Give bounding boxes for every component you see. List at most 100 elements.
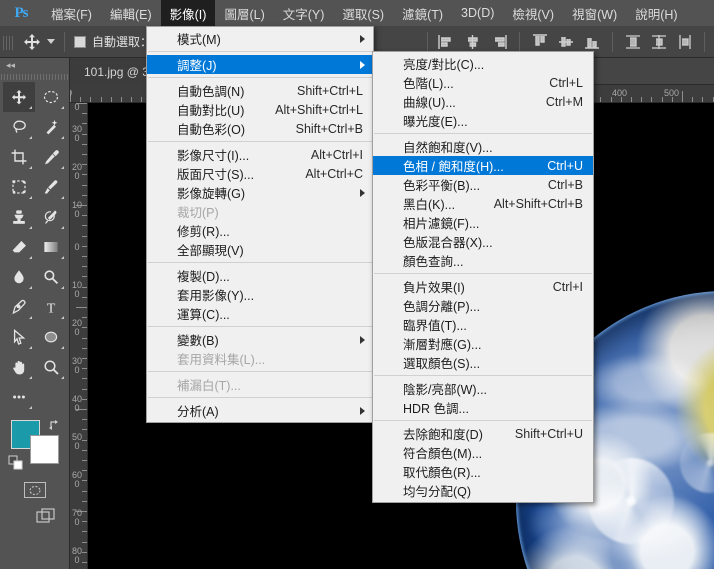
type-tool-icon[interactable]: T xyxy=(35,292,67,322)
hand-tool-icon[interactable] xyxy=(3,352,35,382)
eyedropper-tool-icon[interactable] xyxy=(35,142,67,172)
menu-item-1[interactable]: 色階(L)... Ctrl+L xyxy=(373,73,593,92)
patch-tool-icon[interactable] xyxy=(3,172,35,202)
brush-tool-icon[interactable] xyxy=(35,172,67,202)
adjustments-submenu[interactable]: 亮度/對比(C)... 色階(L)... Ctrl+L 曲線(U)... Ctrl+M 曝… xyxy=(372,51,594,503)
move-tool-icon[interactable] xyxy=(3,82,35,112)
menubar-item-9[interactable]: 視窗(W) xyxy=(563,0,626,26)
ruler-label: 300 xyxy=(72,124,83,143)
menubar-item-4[interactable]: 文字(Y) xyxy=(274,0,334,26)
menu-item-19[interactable]: 陰影/亮部(W)... xyxy=(373,379,593,398)
align-right-edges-icon[interactable] xyxy=(489,32,509,52)
menu-item-15[interactable]: 複製(D)... xyxy=(147,266,373,285)
menu-item-shortcut: Alt+Shift+Ctrl+L xyxy=(275,102,363,117)
menubar-item-6[interactable]: 濾鏡(T) xyxy=(393,0,452,26)
menubar-item-5[interactable]: 選取(S) xyxy=(333,0,393,26)
menu-item-shortcut: Alt+Ctrl+C xyxy=(305,166,363,181)
menu-item-3[interactable]: 曝光度(E)... xyxy=(373,111,593,130)
menu-item-10[interactable]: 影像旋轉(G) xyxy=(147,183,373,202)
menu-item-24[interactable]: 分析(A) xyxy=(147,401,373,420)
menu-item-13[interactable]: 負片效果(I) Ctrl+I xyxy=(373,277,593,296)
ruler-tick xyxy=(82,225,87,227)
menu-item-10[interactable]: 色版混合器(X)... xyxy=(373,232,593,251)
dodge-tool-icon[interactable] xyxy=(35,262,67,292)
menu-item-6[interactable]: 自動色彩(O) Shift+Ctrl+B xyxy=(147,119,373,138)
menu-item-13[interactable]: 全部顯現(V) xyxy=(147,240,373,259)
edit-toolbar-ellipsis-icon[interactable] xyxy=(3,382,35,412)
menu-item-label: 調整(J) xyxy=(177,59,217,73)
menu-item-14[interactable]: 色調分離(P)... xyxy=(373,296,593,315)
menu-item-16[interactable]: 漸層對應(G)... xyxy=(373,334,593,353)
menubar-item-8[interactable]: 檢視(V) xyxy=(503,0,563,26)
menu-item-4[interactable]: 自動色調(N) Shift+Ctrl+L xyxy=(147,81,373,100)
menu-item-25[interactable]: 均勻分配(Q) xyxy=(373,481,593,500)
menu-item-7[interactable]: 色彩平衡(B)... Ctrl+B xyxy=(373,175,593,194)
active-tool-preview[interactable] xyxy=(23,33,55,51)
menu-item-15[interactable]: 臨界值(T)... xyxy=(373,315,593,334)
menu-item-0[interactable]: 亮度/對比(C)... xyxy=(373,54,593,73)
distribute-right-edges-icon[interactable] xyxy=(675,32,695,52)
menu-item-23[interactable]: 符合顏色(M)... xyxy=(373,443,593,462)
menu-item-8[interactable]: 黑白(K)... Alt+Shift+Ctrl+B xyxy=(373,194,593,213)
menu-item-12[interactable]: 修剪(R)... xyxy=(147,221,373,240)
tools-panel-grip[interactable] xyxy=(0,72,69,82)
quick-mask-mode-icon[interactable] xyxy=(24,482,46,498)
menu-item-24[interactable]: 取代顏色(R)... xyxy=(373,462,593,481)
align-horizontal-centers-icon[interactable] xyxy=(463,32,483,52)
menubar-item-3[interactable]: 圖層(L) xyxy=(215,0,273,26)
crop-tool-icon[interactable] xyxy=(3,142,35,172)
menubar-item-0[interactable]: 檔案(F) xyxy=(42,0,101,26)
magic-wand-tool-icon[interactable] xyxy=(35,112,67,142)
menu-item-8[interactable]: 影像尺寸(I)... Alt+Ctrl+I xyxy=(147,145,373,164)
collapse-panel-icon[interactable]: ◂◂ xyxy=(0,58,69,72)
menu-item-5[interactable]: 自動對比(U) Alt+Shift+Ctrl+L xyxy=(147,100,373,119)
menubar-item-1[interactable]: 編輯(E) xyxy=(101,0,161,26)
menubar-item-7[interactable]: 3D(D) xyxy=(452,0,503,26)
zoom-tool-icon[interactable] xyxy=(35,352,67,382)
menu-item-17[interactable]: 運算(C)... xyxy=(147,304,373,323)
lasso-tool-icon[interactable] xyxy=(3,112,35,142)
vertical-ruler[interactable]: 0 300 200 100 0 100 200 300 400 500 600 700 800 xyxy=(70,103,88,569)
gradient-tool-icon[interactable] xyxy=(35,232,67,262)
align-bottom-edges-icon[interactable] xyxy=(582,32,602,52)
image-menu-dropdown[interactable]: 模式(M) 調整(J) 自動色調(N) Shift+Ctrl+L 自動對比(U) Alt+… xyxy=(146,26,374,423)
menu-item-17[interactable]: 選取顏色(S)... xyxy=(373,353,593,372)
menu-item-22[interactable]: 去除飽和度(D) Shift+Ctrl+U xyxy=(373,424,593,443)
clone-stamp-tool-icon[interactable] xyxy=(3,202,35,232)
screen-mode-icon[interactable] xyxy=(36,508,56,531)
menu-item-20[interactable]: HDR 色調... xyxy=(373,398,593,417)
blur-tool-icon[interactable] xyxy=(3,262,35,292)
menu-item-9[interactable]: 相片濾鏡(F)... xyxy=(373,213,593,232)
distribute-left-edges-icon[interactable] xyxy=(623,32,643,52)
align-vertical-centers-icon[interactable] xyxy=(556,32,576,52)
auto-select-checkbox[interactable] xyxy=(74,35,86,48)
menu-item-0[interactable]: 模式(M) xyxy=(147,29,373,48)
menu-item-2[interactable]: 調整(J) xyxy=(147,55,373,74)
ellipse-shape-tool-icon[interactable] xyxy=(35,322,67,352)
distribute-horizontal-centers-icon[interactable] xyxy=(649,32,669,52)
menu-item-19[interactable]: 變數(B) xyxy=(147,330,373,349)
tool-more-corner-icon xyxy=(29,406,32,409)
tool-more-corner-icon xyxy=(61,226,64,229)
menu-item-11[interactable]: 顏色查詢... xyxy=(373,251,593,270)
menu-item-16[interactable]: 套用影像(Y)... xyxy=(147,285,373,304)
menu-item-6[interactable]: 色相 / 飽和度(H)... Ctrl+U xyxy=(373,156,593,175)
align-left-edges-icon[interactable] xyxy=(437,32,457,52)
elliptical-marquee-tool-icon[interactable] xyxy=(35,82,67,112)
align-top-edges-icon[interactable] xyxy=(530,32,550,52)
eraser-tool-icon[interactable] xyxy=(3,232,35,262)
background-color-swatch[interactable] xyxy=(30,435,59,464)
menu-item-9[interactable]: 版面尺寸(S)... Alt+Ctrl+C xyxy=(147,164,373,183)
menu-item-label: 漸層對應(G)... xyxy=(403,338,482,352)
menubar-item-2[interactable]: 影像(I) xyxy=(160,0,216,26)
history-brush-tool-icon[interactable] xyxy=(35,202,67,232)
swap-colors-icon[interactable] xyxy=(48,418,62,435)
path-selection-tool-icon[interactable] xyxy=(3,322,35,352)
default-colors-icon[interactable] xyxy=(8,455,24,476)
tool-preset-chevron-down-icon[interactable] xyxy=(47,39,55,44)
menu-item-5[interactable]: 自然飽和度(V)... xyxy=(373,137,593,156)
pen-tool-icon[interactable] xyxy=(3,292,35,322)
menubar-item-10[interactable]: 說明(H) xyxy=(626,0,686,26)
menu-item-2[interactable]: 曲線(U)... Ctrl+M xyxy=(373,92,593,111)
options-bar-grip[interactable] xyxy=(3,31,15,52)
